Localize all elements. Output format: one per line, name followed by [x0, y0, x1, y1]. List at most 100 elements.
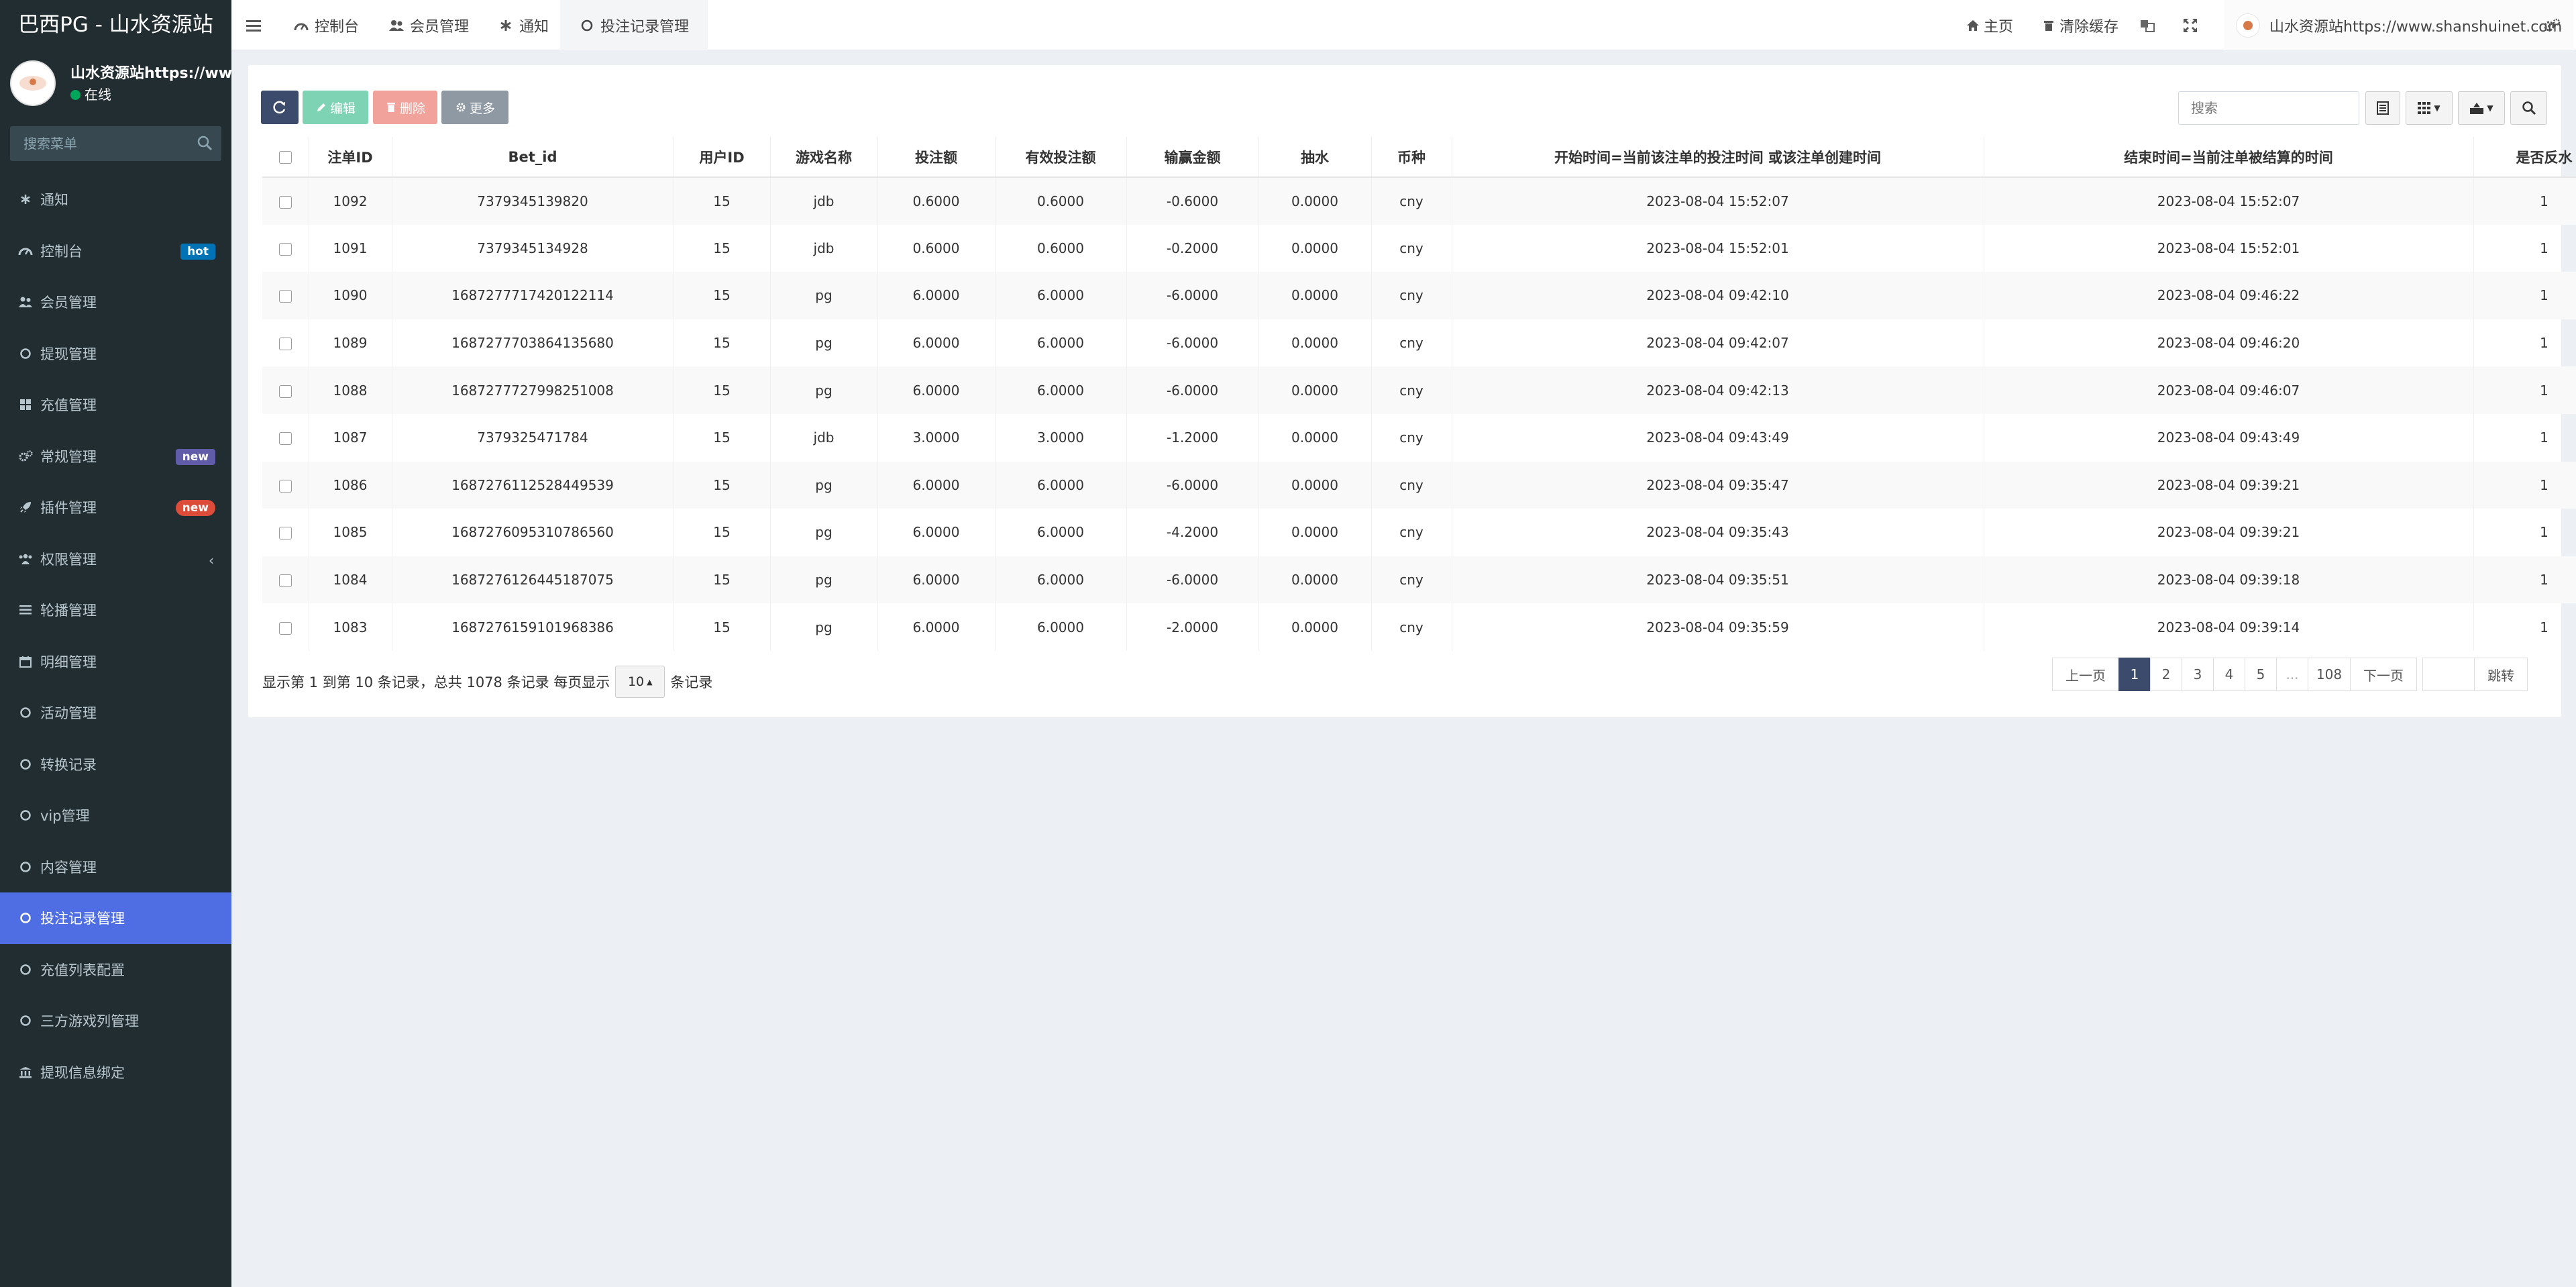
home-link[interactable]: 主页 [1965, 0, 2013, 50]
page-button-1[interactable]: 1 [2118, 658, 2151, 691]
row-checkbox[interactable] [278, 338, 292, 351]
next-page-button[interactable]: 下一页 [2350, 658, 2417, 691]
row-checkbox[interactable] [278, 432, 292, 446]
toggle-view-button[interactable] [2365, 91, 2400, 125]
sidebar-toggle-icon[interactable] [246, 0, 261, 50]
trash-icon [2041, 17, 2057, 34]
table-row[interactable]: 1088 1687277727998251008 15 pg 6.0000 6.0000-… [262, 366, 2576, 414]
search-icon[interactable] [196, 134, 215, 153]
column-header[interactable]: 结束时间=当前注单被结算的时间 [1984, 137, 2474, 178]
tab-member-management[interactable]: 会员管理 [388, 0, 469, 50]
table-cell: 0.0000 [1258, 366, 1372, 414]
export-icon [2470, 103, 2484, 114]
row-checkbox[interactable] [278, 242, 292, 256]
column-header[interactable]: Bet_id [392, 137, 674, 178]
sidebar-item-8[interactable]: 轮播管理 [0, 584, 231, 636]
sidebar-item-0[interactable]: 通知 [0, 174, 231, 225]
sidebar-item-3[interactable]: 提现管理 [0, 328, 231, 380]
more-button[interactable]: 更多 [441, 91, 508, 124]
search-icon [2522, 101, 2536, 115]
columns-button[interactable]: ▼ [2406, 91, 2453, 125]
table-row[interactable]: 1092 7379345139820 15 jdb 0.6000 0.6000 -0.600… [262, 177, 2576, 225]
table-row[interactable]: 1085 1687276095310786560 15 pg 6.0000 6.0000-… [262, 509, 2576, 556]
column-header[interactable]: 注单ID [309, 137, 392, 178]
column-header[interactable]: 抽水 [1258, 137, 1372, 178]
sidebar-item-13[interactable]: 内容管理 [0, 841, 231, 893]
fullscreen-icon[interactable] [2183, 0, 2198, 50]
table-row[interactable]: 1087 7379325471784 15 jdb 3.0000 3.0000 -1.200… [262, 413, 2576, 462]
row-checkbox[interactable] [278, 527, 292, 540]
delete-button[interactable]: 删除 [373, 91, 437, 124]
column-header[interactable]: 游戏名称 [770, 137, 878, 178]
sidebar-item-1[interactable]: 控制台 hot [0, 225, 231, 277]
select-all-checkbox[interactable] [278, 151, 292, 164]
table-search-input[interactable] [2179, 92, 2359, 124]
table-row[interactable]: 1091 7379345134928 15 jdb 0.6000 0.6000 -0.200… [262, 224, 2576, 272]
table-cell: 1 [2473, 556, 2576, 604]
settings-icon[interactable] [2543, 0, 2561, 50]
sidebar-item-label: 提现信息绑定 [40, 1064, 125, 1081]
row-checkbox[interactable] [278, 621, 292, 635]
edit-button[interactable]: 编辑 [303, 91, 368, 124]
page-size-dropdown[interactable]: 10 ▲ [615, 666, 665, 698]
sidebar-item-5[interactable]: 常规管理 new [0, 431, 231, 482]
export-button[interactable]: ▼ [2458, 91, 2505, 125]
sidebar-item-9[interactable]: 明细管理 [0, 636, 231, 688]
column-header[interactable]: 用户ID [674, 137, 771, 178]
table-cell: 6.0000 [995, 509, 1127, 556]
sidebar-item-7[interactable]: 权限管理 ‹ [0, 533, 231, 585]
sidebar-item-15[interactable]: 充值列表配置 [0, 944, 231, 996]
column-header[interactable]: 输赢金额 [1126, 137, 1259, 178]
row-checkbox[interactable] [278, 384, 292, 398]
row-checkbox[interactable] [278, 290, 292, 303]
page-button-108[interactable]: 108 [2308, 658, 2351, 691]
table-row[interactable]: 1090 1687277717420122114 15 pg 6.0000 6.0000-… [262, 272, 2576, 319]
sidebar-item-2[interactable]: 会员管理 [0, 276, 231, 328]
sidebar-item-6[interactable]: 插件管理 new [0, 482, 231, 533]
sidebar-item-16[interactable]: 三方游戏列管理 [0, 995, 231, 1047]
row-checkbox[interactable] [278, 195, 292, 209]
column-header[interactable]: 开始时间=当前该注单的投注时间 或该注单创建时间 [1452, 137, 1984, 178]
table-row[interactable]: 1084 1687276126445187075 15 pg 6.0000 6.0000-… [262, 556, 2576, 604]
column-header[interactable]: 币种 [1371, 137, 1452, 178]
row-checkbox[interactable] [278, 479, 292, 493]
circle-icon [17, 807, 34, 823]
column-header[interactable]: 有效投注额 [995, 137, 1127, 178]
page-ellipsis[interactable]: ... [2276, 658, 2308, 691]
grid-icon [17, 397, 34, 413]
jump-button[interactable]: 跳转 [2474, 658, 2528, 691]
column-header[interactable]: 投注额 [877, 137, 996, 178]
advanced-search-button[interactable] [2510, 91, 2547, 125]
tab-dashboard[interactable]: 控制台 [293, 0, 359, 50]
sidebar-item-11[interactable]: 转换记录 [0, 739, 231, 790]
table-cell: 6.0000 [995, 319, 1127, 367]
table-row[interactable]: 1083 1687276159101968386 15 pg 6.0000 6.0000-… [262, 603, 2576, 651]
page-button-2[interactable]: 2 [2150, 658, 2182, 691]
sidebar-item-label: 插件管理 [40, 500, 97, 517]
clear-cache-button[interactable]: 清除缓存 [2041, 0, 2118, 50]
row-checkbox[interactable] [278, 574, 292, 588]
column-header[interactable]: 是否反水 [2473, 137, 2576, 178]
table-row[interactable]: 1089 1687277703864135680 15 pg 6.0000 6.0000-… [262, 319, 2576, 367]
jump-page-input[interactable] [2422, 658, 2475, 691]
table-cell: 0.0000 [1258, 461, 1372, 509]
language-switch-icon[interactable] [2140, 0, 2155, 50]
table-row[interactable]: 1086 1687276112528449539 15 pg 6.0000 6.0000-… [262, 461, 2576, 509]
tab-bet-records[interactable]: 投注记录管理 [560, 0, 708, 50]
user-menu[interactable]: 山水资源站https://www.shanshuinet.com [2224, 0, 2575, 50]
sidebar-search-input[interactable] [10, 126, 191, 161]
sidebar-item-12[interactable]: vip管理 [0, 790, 231, 841]
tab-notice[interactable]: 通知 [498, 0, 549, 50]
sidebar-item-4[interactable]: 充值管理 [0, 379, 231, 431]
sidebar-item-17[interactable]: 提现信息绑定 [0, 1047, 231, 1098]
sidebar-item-10[interactable]: 活动管理 [0, 687, 231, 739]
app-logo[interactable]: 巴西PG - 山水资源站 [0, 0, 231, 50]
sidebar-search [10, 126, 221, 161]
page-button-5[interactable]: 5 [2245, 658, 2277, 691]
sidebar-item-14[interactable]: 投注记录管理 [0, 892, 231, 944]
page-button-4[interactable]: 4 [2213, 658, 2245, 691]
page-button-3[interactable]: 3 [2182, 658, 2214, 691]
sidebar-item-label: 权限管理 [40, 551, 97, 568]
prev-page-button[interactable]: 上一页 [2052, 658, 2119, 691]
refresh-button[interactable] [261, 91, 299, 124]
